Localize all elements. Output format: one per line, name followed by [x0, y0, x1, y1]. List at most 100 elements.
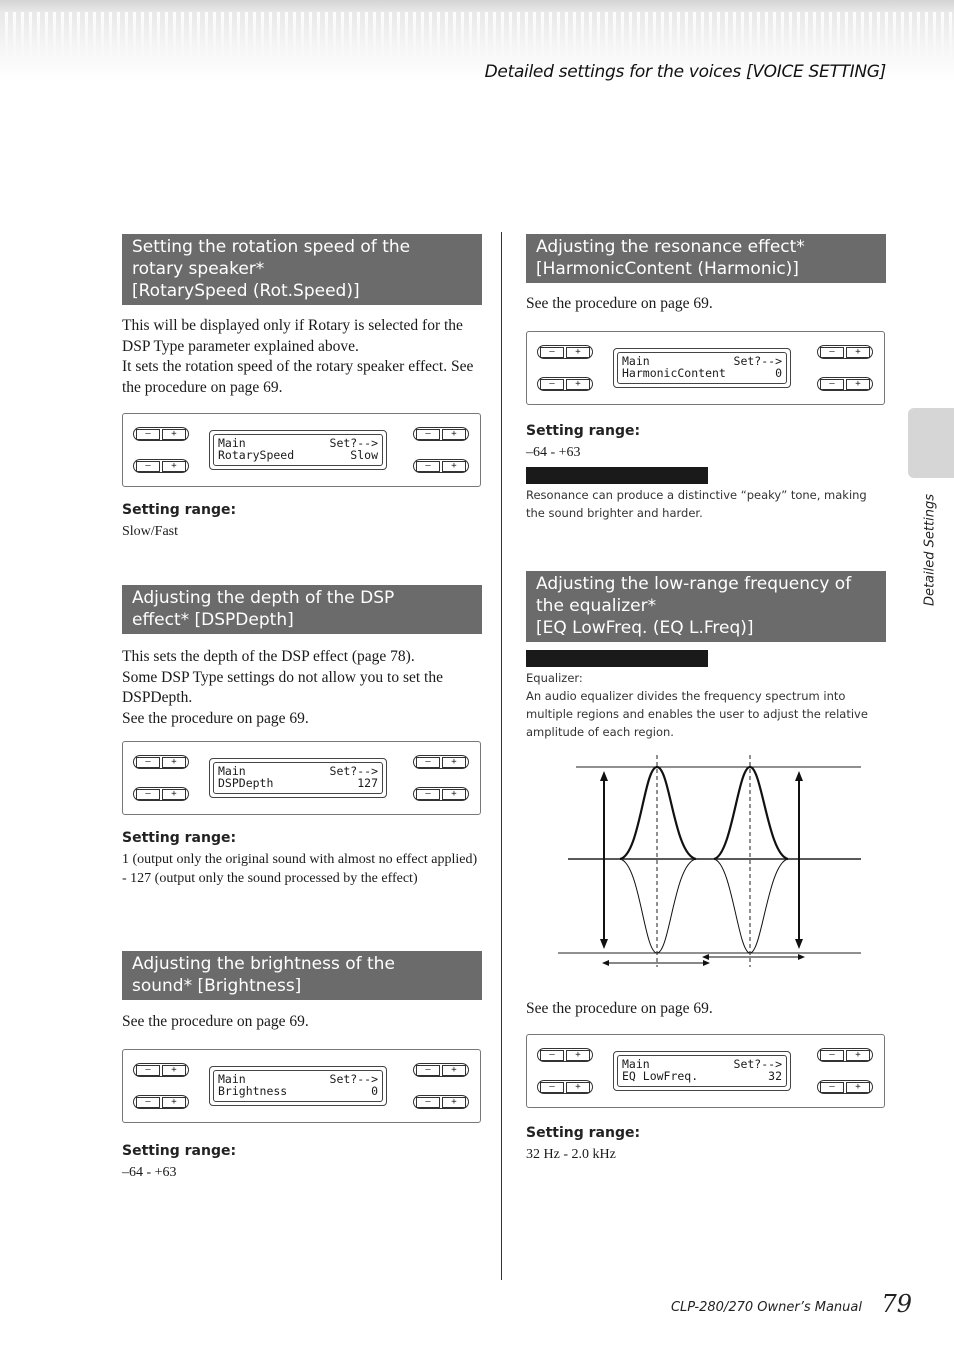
minus-button[interactable]: –	[416, 460, 440, 472]
minus-button[interactable]: –	[416, 1064, 440, 1076]
lcd-param: Brightness	[218, 1084, 288, 1098]
button-pair-bottom-right[interactable]: – +	[413, 459, 469, 473]
plus-button[interactable]: +	[162, 428, 186, 440]
minus-button[interactable]: –	[540, 1081, 564, 1093]
minus-button[interactable]: –	[416, 788, 440, 800]
heading-line: Adjusting the depth of the DSP	[132, 588, 395, 608]
body-text: This sets the depth of the DSP effect (p…	[122, 648, 415, 665]
heading-line: Adjusting the resonance effect*	[536, 237, 805, 257]
plus-button[interactable]: +	[162, 788, 186, 800]
plus-button[interactable]: +	[162, 1096, 186, 1108]
note-bar	[526, 467, 708, 484]
plus-button[interactable]: +	[846, 1081, 870, 1093]
minus-button[interactable]: –	[540, 1049, 564, 1061]
button-pair-top-right[interactable]: – +	[817, 1048, 873, 1062]
minus-button[interactable]: –	[136, 460, 160, 472]
button-pair-bottom-right[interactable]: – +	[413, 1095, 469, 1109]
button-pair-bottom-left[interactable]: – +	[537, 1080, 593, 1094]
peak-curve	[713, 765, 789, 861]
minus-button[interactable]: –	[136, 1096, 160, 1108]
section-heading: Adjusting the depth of the DSP effect* […	[122, 585, 482, 634]
plus-button[interactable]: +	[442, 460, 466, 472]
minus-button[interactable]: –	[136, 428, 160, 440]
minus-button[interactable]: –	[820, 1049, 844, 1061]
button-pair-bottom-left[interactable]: – +	[133, 1095, 189, 1109]
range-value: Slow/Fast	[122, 524, 179, 539]
lcd-param: EQ LowFreq.	[622, 1069, 699, 1083]
note-title: Equalizer:	[526, 671, 583, 685]
plus-button[interactable]: +	[162, 756, 186, 768]
plus-button[interactable]: +	[162, 460, 186, 472]
plus-button[interactable]: +	[566, 378, 590, 390]
minus-button[interactable]: –	[820, 378, 844, 390]
minus-button[interactable]: –	[820, 1081, 844, 1093]
range-value: 1 (output only the original sound with a…	[122, 852, 478, 886]
range-value: –64 - +63	[122, 1165, 177, 1180]
range-eqlow: Setting range: 32 Hz - 2.0 kHz	[526, 1125, 886, 1164]
plus-button[interactable]: +	[846, 378, 870, 390]
plus-button[interactable]: +	[566, 1049, 590, 1061]
arrow-head	[702, 954, 709, 960]
range-dspdepth: Setting range: 1 (output only the origin…	[122, 830, 482, 888]
section-dspdepth: Adjusting the depth of the DSP effect* […	[122, 585, 482, 729]
lcd-display: Main Set?--> RotarySpeed Slow	[209, 430, 387, 470]
minus-button[interactable]: –	[416, 1096, 440, 1108]
button-pair-bottom-left[interactable]: – +	[537, 377, 593, 391]
minus-button[interactable]: –	[416, 756, 440, 768]
button-pair-top-right[interactable]: – +	[413, 755, 469, 769]
button-pair-top-right[interactable]: – +	[817, 345, 873, 359]
section-heading: Adjusting the low-range frequency of the…	[526, 571, 886, 642]
peak-curve	[619, 765, 697, 861]
plus-button[interactable]: +	[846, 1049, 870, 1061]
minus-button[interactable]: –	[136, 756, 160, 768]
minus-button[interactable]: –	[136, 788, 160, 800]
range-rotary: Setting range: Slow/Fast	[122, 502, 482, 541]
plus-button[interactable]: +	[442, 428, 466, 440]
button-pair-top-left[interactable]: – +	[133, 1063, 189, 1077]
plus-button[interactable]: +	[162, 1064, 186, 1076]
button-pair-top-left[interactable]: – +	[133, 755, 189, 769]
button-pair-top-right[interactable]: – +	[413, 1063, 469, 1077]
note-text: Resonance can produce a distinctive “pea…	[526, 488, 867, 520]
lcd-value: 0	[775, 366, 782, 380]
button-pair-top-left[interactable]: – +	[537, 345, 593, 359]
button-pair-bottom-left[interactable]: – +	[133, 787, 189, 801]
button-pair-bottom-right[interactable]: – +	[413, 787, 469, 801]
arrow-head	[798, 954, 805, 960]
plus-button[interactable]: +	[442, 1064, 466, 1076]
plus-button[interactable]: +	[442, 788, 466, 800]
button-pair-bottom-right[interactable]: – +	[817, 377, 873, 391]
range-brightness: Setting range: –64 - +63	[122, 1143, 482, 1182]
heading-line: Adjusting the low-range frequency of	[536, 574, 852, 594]
minus-button[interactable]: –	[540, 346, 564, 358]
section-brightness: Adjusting the brightness of the sound* […	[122, 951, 482, 1033]
plus-button[interactable]: +	[566, 1081, 590, 1093]
body-text: See the procedure on page 69.	[122, 1013, 309, 1030]
button-pair-top-left[interactable]: – +	[133, 427, 189, 441]
section-heading: Setting the rotation speed of the rotary…	[122, 234, 482, 305]
arrow-head	[703, 960, 710, 966]
button-pair-bottom-right[interactable]: – +	[817, 1080, 873, 1094]
minus-button[interactable]: –	[820, 346, 844, 358]
lcd-display: Main Set?--> EQ LowFreq. 32	[613, 1051, 791, 1091]
lcd-param: RotarySpeed	[218, 448, 295, 462]
minus-button[interactable]: –	[416, 428, 440, 440]
minus-button[interactable]: –	[540, 378, 564, 390]
plus-button[interactable]: +	[566, 346, 590, 358]
heading-line: Setting the rotation speed of the	[132, 237, 411, 257]
side-tab[interactable]	[908, 408, 954, 478]
side-tab-label: Detailed Settings	[922, 494, 938, 606]
heading-line: Adjusting the brightness of the	[132, 954, 395, 974]
plus-button[interactable]: +	[442, 756, 466, 768]
plus-button[interactable]: +	[442, 1096, 466, 1108]
plus-button[interactable]: +	[846, 346, 870, 358]
minus-button[interactable]: –	[136, 1064, 160, 1076]
button-pair-bottom-left[interactable]: – +	[133, 459, 189, 473]
body-text: See the procedure on page 69.	[526, 295, 713, 312]
arrow-head	[600, 939, 608, 949]
range-harmonic: Setting range: –64 - +63 Resonance can p…	[526, 423, 886, 522]
body-text: Some DSP Type settings do not allow you …	[122, 668, 443, 707]
lcd-display: Main Set?--> HarmonicContent 0	[613, 348, 791, 388]
button-pair-top-left[interactable]: – +	[537, 1048, 593, 1062]
button-pair-top-right[interactable]: – +	[413, 427, 469, 441]
